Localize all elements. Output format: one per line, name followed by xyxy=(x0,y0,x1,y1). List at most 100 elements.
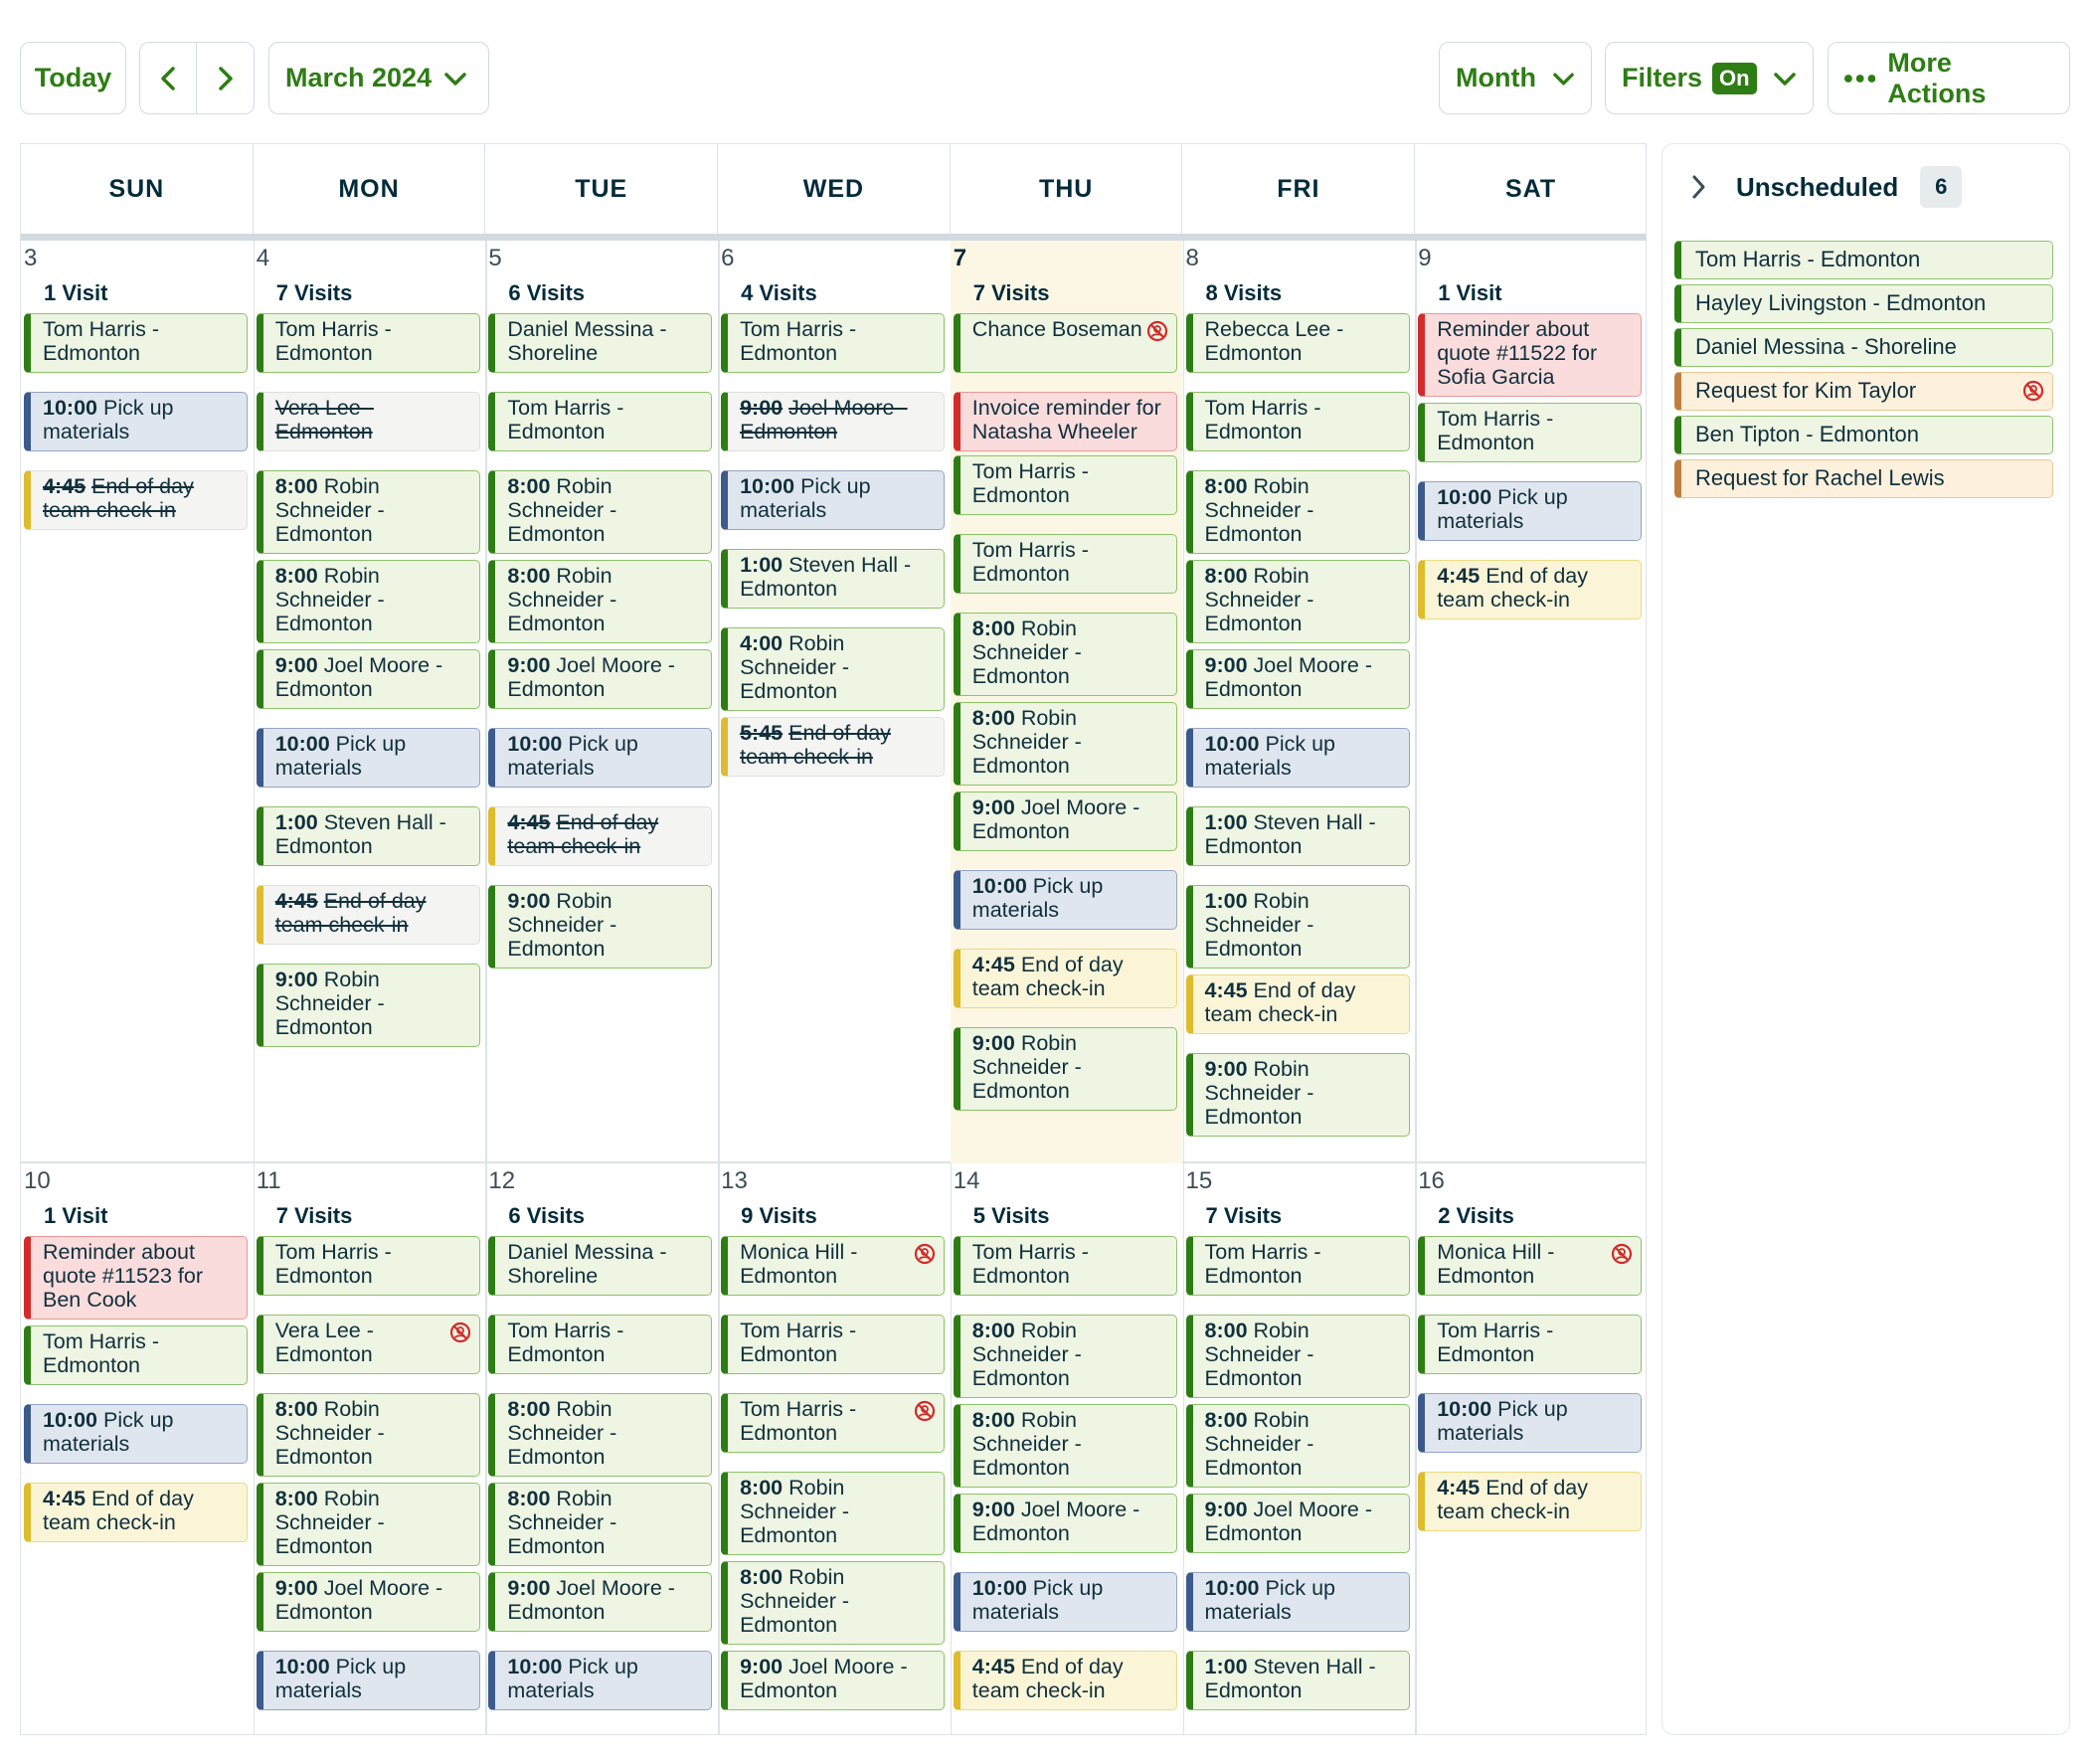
calendar-event[interactable]: Reminder about quote #11523 for Ben Cook xyxy=(24,1236,248,1320)
calendar-event[interactable]: 10:00 Pick up materials xyxy=(953,870,1177,930)
calendar-event[interactable]: 8:00 Robin Schneider - Edmonton xyxy=(488,1483,713,1566)
calendar-event[interactable]: 8:00 Robin Schneider - Edmonton xyxy=(488,470,713,554)
calendar-event[interactable]: Tom Harris - Edmonton xyxy=(1418,1315,1643,1374)
unscheduled-item[interactable]: Daniel Messina - Shoreline xyxy=(1674,328,2053,367)
previous-button[interactable] xyxy=(140,43,197,113)
calendar-event[interactable]: Vera Lee - Edmonton xyxy=(256,392,480,451)
calendar-event[interactable]: Tom Harris - Edmonton xyxy=(1418,403,1643,462)
day-number[interactable]: 8 xyxy=(1186,245,1199,272)
calendar-event[interactable]: 8:00 Robin Schneider - Edmonton xyxy=(1185,1404,1410,1488)
day-cell[interactable]: 11 7 Visits Tom Harris - Edmonton Vera Lee … xyxy=(254,1163,485,1734)
calendar-event[interactable]: 8:00 Robin Schneider - Edmonton xyxy=(488,560,713,643)
day-number[interactable]: 4 xyxy=(257,245,269,272)
calendar-event[interactable]: Daniel Messina - Shoreline xyxy=(488,1236,713,1296)
day-number[interactable]: 7 xyxy=(954,245,966,272)
day-number[interactable]: 3 xyxy=(24,245,37,272)
day-cell[interactable]: 14 5 Visits Tom Harris - Edmonton 8:00 Robi… xyxy=(951,1163,1182,1734)
day-number[interactable]: 14 xyxy=(954,1167,980,1195)
calendar-event[interactable]: 8:00 Robin Schneider - Edmonton xyxy=(256,1483,480,1566)
calendar-event[interactable]: 8:00 Robin Schneider - Edmonton xyxy=(256,560,480,643)
calendar-event[interactable]: 8:00 Robin Schneider - Edmonton xyxy=(1185,1315,1410,1398)
calendar-event[interactable]: 8:00 Robin Schneider - Edmonton xyxy=(488,1393,713,1477)
day-number[interactable]: 11 xyxy=(257,1167,281,1195)
view-dropdown[interactable]: Month xyxy=(1439,42,1592,114)
day-number[interactable]: 13 xyxy=(721,1167,748,1195)
calendar-event[interactable]: 9:00 Joel Moore - Edmonton xyxy=(256,649,480,709)
calendar-event[interactable]: Invoice reminder for Natasha Wheeler xyxy=(953,392,1177,451)
calendar-event[interactable]: 10:00 Pick up materials xyxy=(488,1651,713,1710)
calendar-event[interactable]: 4:45 End of day team check-in xyxy=(1418,560,1643,619)
calendar-event[interactable]: 10:00 Pick up materials xyxy=(1418,481,1643,541)
calendar-event[interactable]: 8:00 Robin Schneider - Edmonton xyxy=(953,1404,1177,1488)
calendar-event[interactable]: 10:00 Pick up materials xyxy=(256,728,480,788)
calendar-event[interactable]: Monica Hill - Edmonton xyxy=(721,1236,946,1296)
calendar-event[interactable]: 8:00 Robin Schneider - Edmonton xyxy=(256,470,480,554)
calendar-event[interactable]: 4:45 End of day team check-in xyxy=(953,1651,1177,1710)
calendar-event[interactable]: 4:00 Robin Schneider - Edmonton xyxy=(721,627,946,711)
calendar-event[interactable]: Reminder about quote #11522 for Sofia Ga… xyxy=(1418,313,1643,397)
unscheduled-item[interactable]: Hayley Livingston - Edmonton xyxy=(1674,284,2053,323)
day-number[interactable]: 6 xyxy=(721,245,734,272)
calendar-event[interactable]: 8:00 Robin Schneider - Edmonton xyxy=(1185,470,1410,554)
calendar-event[interactable]: Tom Harris - Edmonton xyxy=(953,455,1177,515)
more-actions-button[interactable]: More Actions xyxy=(1828,42,2070,114)
calendar-event[interactable]: 8:00 Robin Schneider - Edmonton xyxy=(953,702,1177,786)
calendar-event[interactable]: 4:45 End of day team check-in xyxy=(24,470,248,530)
calendar-event[interactable]: 10:00 Pick up materials xyxy=(1418,1393,1643,1453)
day-cell[interactable]: 10 1 Visit Reminder about quote #11523 for… xyxy=(21,1163,253,1734)
unscheduled-item[interactable]: Ben Tipton - Edmonton xyxy=(1674,416,2053,454)
calendar-event[interactable]: 9:00 Joel Moore - Edmonton xyxy=(488,1572,713,1632)
calendar-event[interactable]: 1:00 Steven Hall - Edmonton xyxy=(1185,1651,1410,1710)
day-number[interactable]: 16 xyxy=(1418,1167,1445,1195)
calendar-event[interactable]: Tom Harris - Edmonton xyxy=(488,1315,713,1374)
day-cell[interactable]: 88 Visits Rebecca Lee - Edmonton Tom Harri… xyxy=(1183,241,1415,1163)
day-cell[interactable]: 12 6 Visits Daniel Messina - Shoreline Tom … xyxy=(485,1163,717,1734)
calendar-event[interactable]: Tom Harris - Edmonton xyxy=(953,1236,1177,1296)
day-cell[interactable]: 6 4 Visits Tom Harris - Edmonton 9:00 Joel … xyxy=(718,241,950,1163)
day-cell[interactable]: 9 1 Visit Reminder about quote #11522 for … xyxy=(1415,241,1646,1163)
calendar-event[interactable]: 8:00 Robin Schneider - Edmonton xyxy=(1185,560,1410,643)
calendar-event[interactable]: 1:00 Steven Hall - Edmonton xyxy=(721,549,946,609)
calendar-event[interactable]: 9:00 Joel Moore - Edmonton xyxy=(256,1572,480,1632)
day-cell[interactable]: 13 9 Visits Monica Hill - Edmonton Tom Harr… xyxy=(718,1163,950,1734)
calendar-event[interactable]: 10:00 Pick up materials xyxy=(24,392,248,451)
calendar-event[interactable]: 9:00 Joel Moore - Edmonton xyxy=(953,792,1177,851)
calendar-event[interactable]: 1:00 Steven Hall - Edmonton xyxy=(256,806,480,866)
calendar-event[interactable]: Tom Harris - Edmonton xyxy=(953,534,1177,594)
calendar-event[interactable]: Vera Lee - Edmonton xyxy=(256,1315,480,1374)
calendar-event[interactable]: 8:00 Robin Schneider - Edmonton xyxy=(256,1393,480,1477)
period-dropdown[interactable]: March 2024 xyxy=(268,42,489,114)
calendar-event[interactable]: 9:00 Joel Moore - Edmonton xyxy=(488,649,713,709)
today-button[interactable]: Today xyxy=(20,42,126,114)
day-number[interactable]: 12 xyxy=(488,1167,515,1195)
calendar-event[interactable]: 9:00 Joel Moore - Edmonton xyxy=(1185,649,1410,709)
calendar-event[interactable]: 9:00 Robin Schneider - Edmonton xyxy=(1185,1053,1410,1137)
day-cell[interactable]: 15 7 Visits Tom Harris - Edmonton 8:00 Robi… xyxy=(1183,1163,1415,1734)
calendar-event[interactable]: 1:00 Steven Hall - Edmonton xyxy=(1185,806,1410,866)
day-number[interactable]: 15 xyxy=(1186,1167,1213,1195)
filters-dropdown[interactable]: Filters On xyxy=(1605,42,1814,114)
unscheduled-header[interactable]: Unscheduled 6 xyxy=(1690,164,1963,210)
calendar-event[interactable]: 10:00 Pick up materials xyxy=(721,470,946,530)
calendar-event[interactable]: 8:00 Robin Schneider - Edmonton xyxy=(721,1472,946,1555)
calendar-event[interactable]: 1:00 Robin Schneider - Edmonton xyxy=(1185,885,1410,969)
calendar-event[interactable]: 9:00 Joel Moore - Edmonton xyxy=(721,1651,946,1710)
calendar-event[interactable]: 8:00 Robin Schneider - Edmonton xyxy=(721,1561,946,1645)
unscheduled-item[interactable]: Tom Harris - Edmonton xyxy=(1674,241,2053,279)
calendar-event[interactable]: 9:00 Robin Schneider - Edmonton xyxy=(953,1027,1177,1111)
unscheduled-item[interactable]: Request for Rachel Lewis xyxy=(1674,459,2053,498)
calendar-event[interactable]: Chance Boseman xyxy=(953,313,1177,373)
day-cell[interactable]: 77 Visits Chance Boseman Invoice reminder … xyxy=(950,241,1182,1163)
calendar-event[interactable]: Tom Harris - Edmonton xyxy=(721,1393,946,1453)
calendar-event[interactable]: Tom Harris - Edmonton xyxy=(1185,1236,1410,1296)
day-cell[interactable]: 16 2 Visits Monica Hill - Edmonton Tom Harr… xyxy=(1415,1163,1646,1734)
calendar-event[interactable]: Tom Harris - Edmonton xyxy=(721,313,946,373)
next-button[interactable] xyxy=(197,43,254,113)
calendar-event[interactable]: 9:00 Robin Schneider - Edmonton xyxy=(488,885,713,969)
calendar-event[interactable]: 9:00 Joel Moore - Edmonton xyxy=(953,1494,1177,1553)
calendar-event[interactable]: 4:45 End of day team check-in xyxy=(256,885,480,945)
calendar-event[interactable]: Tom Harris - Edmonton xyxy=(488,392,713,451)
calendar-event[interactable]: Tom Harris - Edmonton xyxy=(1185,392,1410,451)
calendar-event[interactable]: 4:45 End of day team check-in xyxy=(1185,974,1410,1034)
day-cell[interactable]: 47 Visits Tom Harris - Edmonton Vera Lee -… xyxy=(254,241,485,1163)
